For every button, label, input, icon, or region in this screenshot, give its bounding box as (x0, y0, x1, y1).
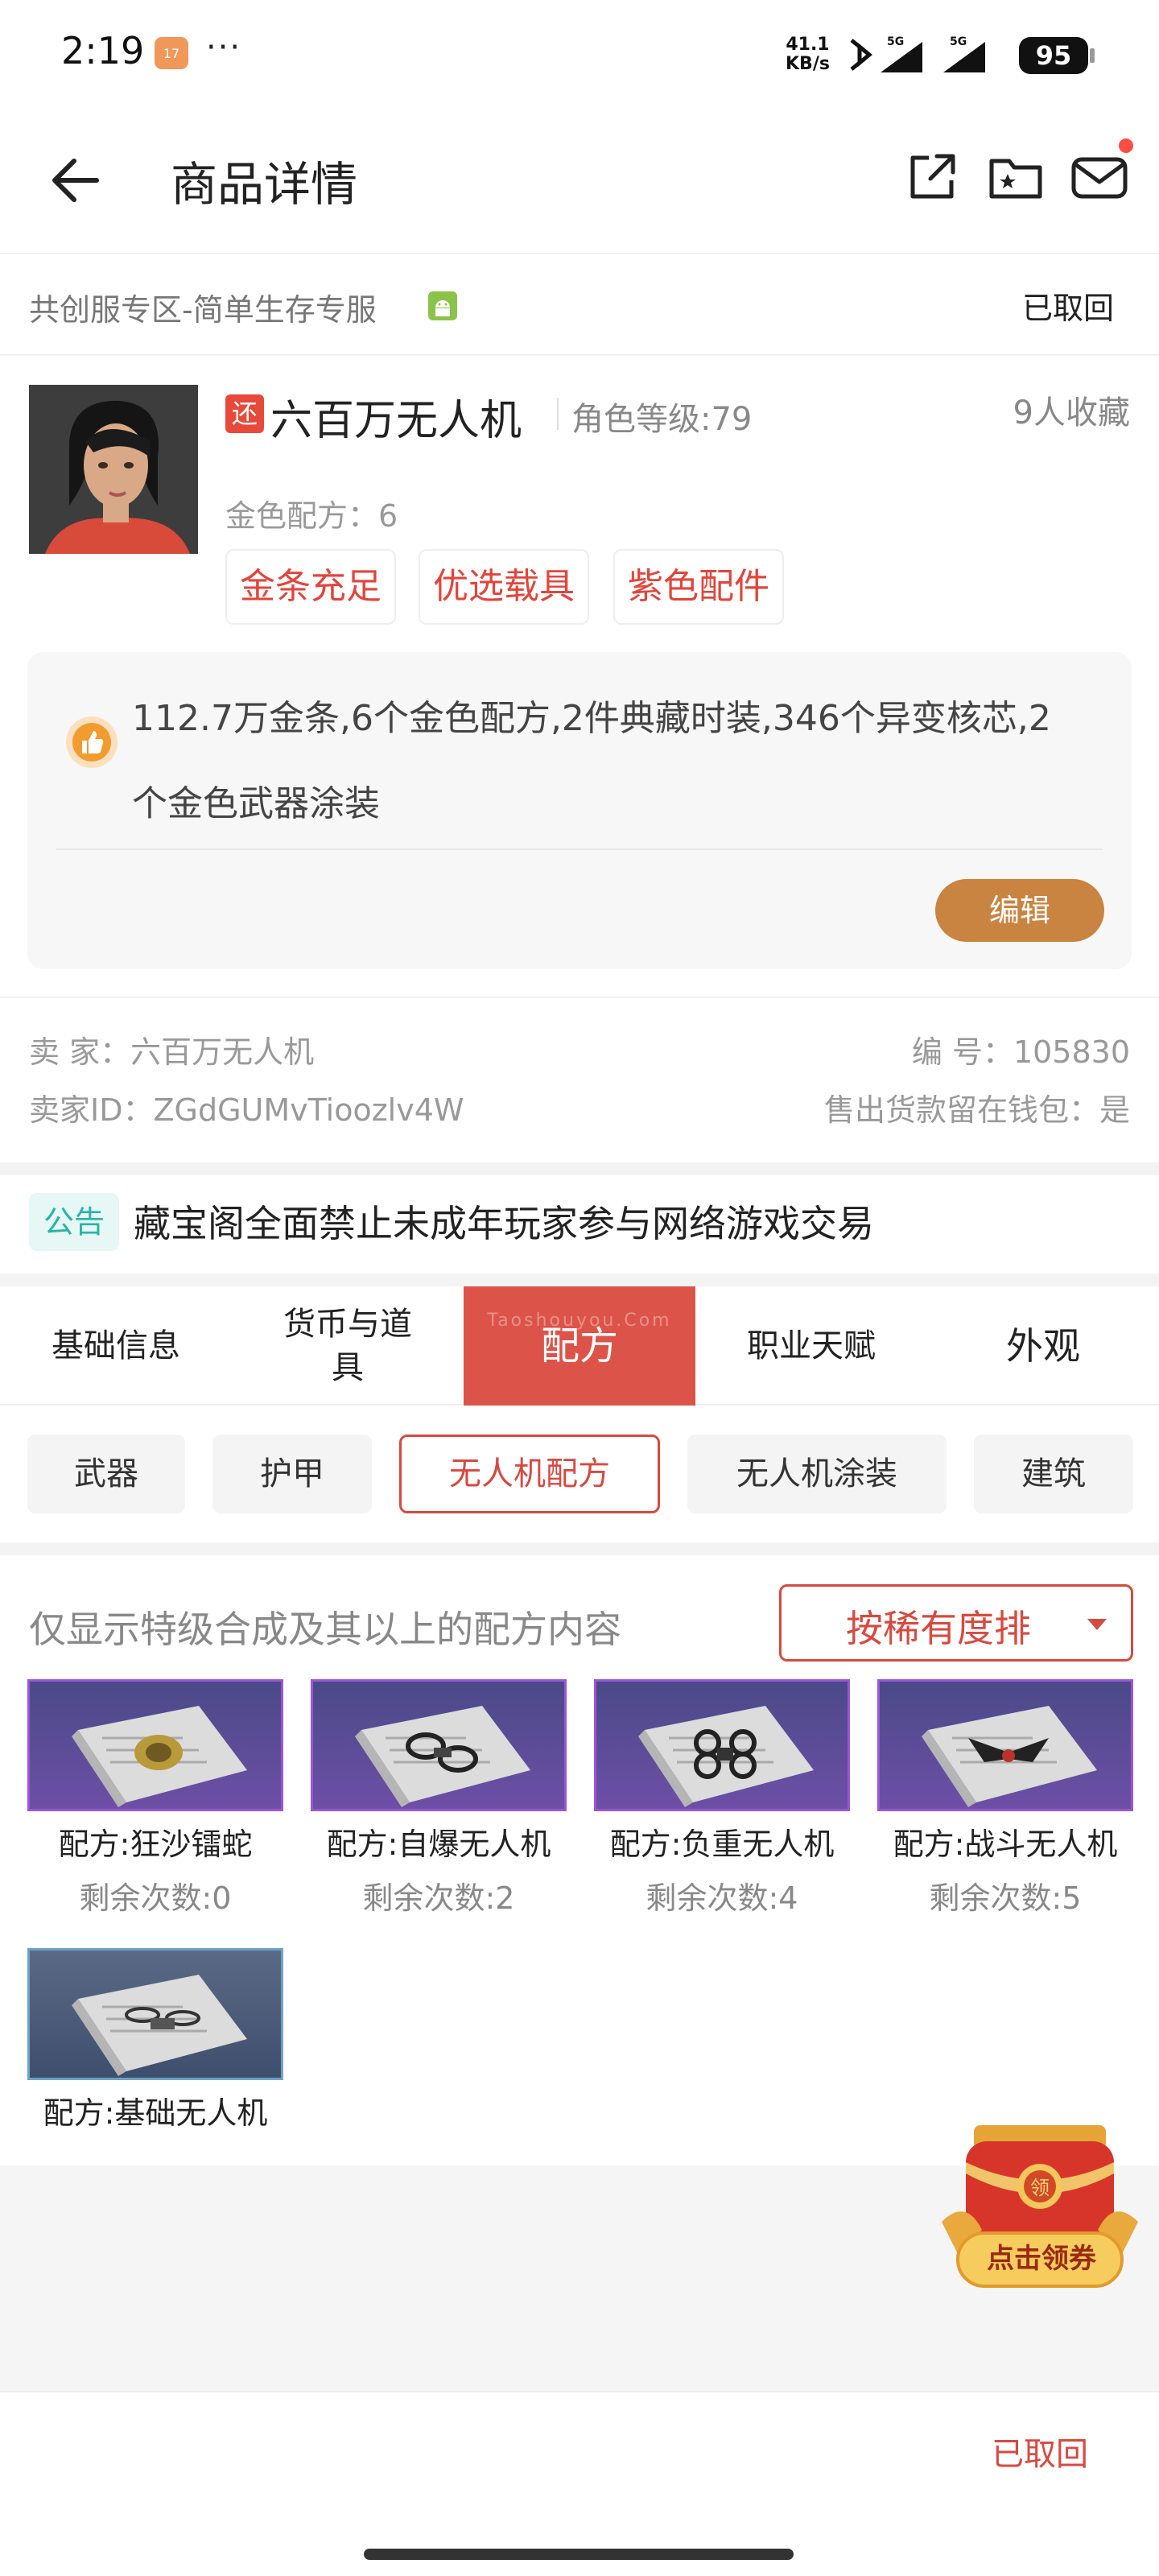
status-time: 2:19 (61, 29, 145, 72)
recipe-card[interactable]: 配方:基础无人机 (27, 1948, 283, 2132)
bluetooth-icon (850, 39, 872, 71)
mail-icon[interactable] (1067, 145, 1132, 209)
coupon-label: 点击领券 (987, 2243, 1096, 2275)
folder-star-icon[interactable] (984, 145, 1048, 209)
bottom-bar: 已取回 (0, 2391, 1159, 2576)
recipe-paper-icon (922, 1706, 1097, 1807)
network-speed: 41.1 KB/s (786, 35, 830, 74)
seller-name: 卖 家：六百万无人机 (29, 1034, 315, 1070)
android-icon (428, 291, 457, 320)
net-label-2: 5G (950, 35, 967, 48)
status-bar: 2:19 17 ··· 41.1 KB/s 5G 5G 95 (0, 0, 1159, 105)
battery-icon: 95 (1019, 37, 1088, 74)
return-badge: 还 (225, 394, 264, 433)
caret-down-icon (1087, 1619, 1107, 1630)
recipe-paper-icon (638, 1706, 814, 1807)
notice-bar[interactable]: 公告 藏宝阁全面禁止未成年玩家参与网络游戏交易 (0, 1175, 1159, 1274)
network-speed-value: 41.1 (786, 35, 830, 55)
battery-tip (1090, 48, 1095, 63)
tab-currency-items[interactable]: 货币与道具 (232, 1286, 464, 1406)
recipe-image (594, 1679, 850, 1811)
item-number: 编 号：105830 (911, 1034, 1130, 1070)
character-avatar (29, 385, 198, 554)
feature-tag: 优选载具 (419, 549, 589, 625)
notice-text: 藏宝阁全面禁止未成年玩家参与网络游戏交易 (134, 1202, 874, 1245)
recipe-card[interactable]: 配方:自爆无人机 剩余次数:2 (311, 1679, 567, 1918)
section-gap (0, 1162, 1159, 1175)
sort-dropdown[interactable]: 按稀有度排 (779, 1584, 1133, 1662)
coupon-float-button[interactable]: 领 点击领券 (934, 2117, 1146, 2302)
subtab-drone-skins[interactable]: 无人机涂装 (687, 1435, 947, 1513)
wallet-setting: 售出货款留在钱包：是 (823, 1092, 1130, 1128)
description-text: 112.7万金条,6个金色配方,2件典藏时装,346个异变核芯,2个金色武器涂装 (132, 698, 1051, 824)
share-icon[interactable] (900, 145, 964, 209)
network-speed-unit: KB/s (786, 54, 830, 74)
server-name: 共创服专区-简单生存专服 (29, 292, 377, 328)
recipe-remaining: 剩余次数:4 (645, 1880, 798, 1916)
recipe-paper-icon (72, 1706, 247, 1807)
recipe-card[interactable]: 配方:狂沙镭蛇 剩余次数:0 (27, 1679, 283, 1918)
recipe-paper-icon (355, 1706, 530, 1807)
subtab-armor[interactable]: 护甲 (212, 1435, 372, 1513)
recipe-name: 配方:负重无人机 (609, 1827, 835, 1862)
subtab-drone-recipes[interactable]: 无人机配方 (399, 1435, 660, 1513)
subtab-weapons[interactable]: 武器 (27, 1435, 185, 1513)
gold-recipe-count: 金色配方：6 (225, 498, 398, 534)
seller-info: 卖 家：六百万无人机 卖家ID：ZGdGUMvTioozlv4W 编 号：105… (0, 997, 1159, 1162)
mail-unread-dot (1119, 138, 1133, 153)
favorite-count: 9人收藏 (1013, 394, 1130, 431)
recipe-image (27, 1679, 283, 1811)
feature-tag: 金条充足 (225, 549, 396, 625)
section-gap (0, 1542, 1159, 1555)
recipe-name: 配方:自爆无人机 (326, 1827, 551, 1862)
recipe-paper-icon (72, 1975, 247, 2076)
recipe-card[interactable]: 配方:战斗无人机 剩余次数:5 (877, 1679, 1133, 1918)
home-indicator[interactable] (364, 2549, 794, 2560)
back-arrow-icon[interactable] (48, 148, 113, 213)
seller-id: 卖家ID：ZGdGUMvTioozlv4W (29, 1092, 464, 1128)
feature-tag: 紫色配件 (613, 549, 784, 625)
page-title: 商品详情 (171, 157, 358, 212)
main-tabs: 基础信息 货币与道具 Taoshouyou.Com 配方 职业天赋 外观 (0, 1286, 1159, 1406)
bottom-status-button[interactable]: 已取回 (992, 2428, 1088, 2475)
recipe-name: 配方:狂沙镭蛇 (58, 1827, 253, 1862)
tab-appearance[interactable]: 外观 (927, 1286, 1159, 1406)
recipe-remaining: 剩余次数:0 (79, 1880, 232, 1916)
section-gap (0, 1274, 1159, 1286)
tab-basic-info[interactable]: 基础信息 (0, 1286, 232, 1406)
recipe-image (311, 1679, 567, 1811)
sort-label: 按稀有度排 (846, 1607, 1031, 1650)
product-title: 六百万无人机 (270, 397, 522, 445)
more-notifications-icon: ··· (206, 29, 242, 66)
product-header: 还 六百万无人机 角色等级:79 9人收藏 金色配方：6 金条充足 优选载具 紫… (0, 356, 1159, 646)
coupon-seal-text: 领 (1030, 2177, 1050, 2199)
nav-bar: 商品详情 (0, 105, 1159, 254)
server-row: 共创服专区-简单生存专服 已取回 (0, 254, 1159, 356)
recipe-name: 配方:基础无人机 (43, 2095, 268, 2131)
recipe-remaining: 剩余次数:5 (929, 1880, 1082, 1916)
recipe-image (27, 1948, 283, 2080)
tab-talents[interactable]: 职业天赋 (695, 1286, 927, 1406)
recipe-image (877, 1679, 1133, 1811)
recipe-name: 配方:战斗无人机 (893, 1827, 1118, 1862)
thumbs-up-icon (66, 716, 118, 768)
recipe-card[interactable]: 配方:负重无人机 剩余次数:4 (594, 1679, 850, 1918)
recipe-remaining: 剩余次数:2 (362, 1880, 515, 1916)
net-label-1: 5G (887, 35, 904, 48)
divider (56, 848, 1103, 850)
calendar-icon: 17 (155, 37, 188, 69)
watermark: Taoshouyou.Com (487, 1311, 672, 1331)
filter-note: 仅显示特级合成及其以上的配方内容 (29, 1608, 621, 1651)
edit-button[interactable]: 编辑 (935, 879, 1104, 942)
retrieve-status: 已取回 (1021, 291, 1114, 326)
sub-tabs: 武器 护甲 无人机配方 无人机涂装 建筑 (0, 1406, 1159, 1542)
tab-recipes[interactable]: Taoshouyou.Com 配方 (464, 1286, 695, 1406)
notice-tag: 公告 (29, 1193, 119, 1251)
description-card: 112.7万金条,6个金色配方,2件典藏时装,346个异变核芯,2个金色武器涂装… (27, 652, 1132, 969)
character-level: 角色等级:79 (571, 401, 753, 438)
subtab-buildings[interactable]: 建筑 (974, 1435, 1133, 1513)
divider (557, 398, 559, 430)
